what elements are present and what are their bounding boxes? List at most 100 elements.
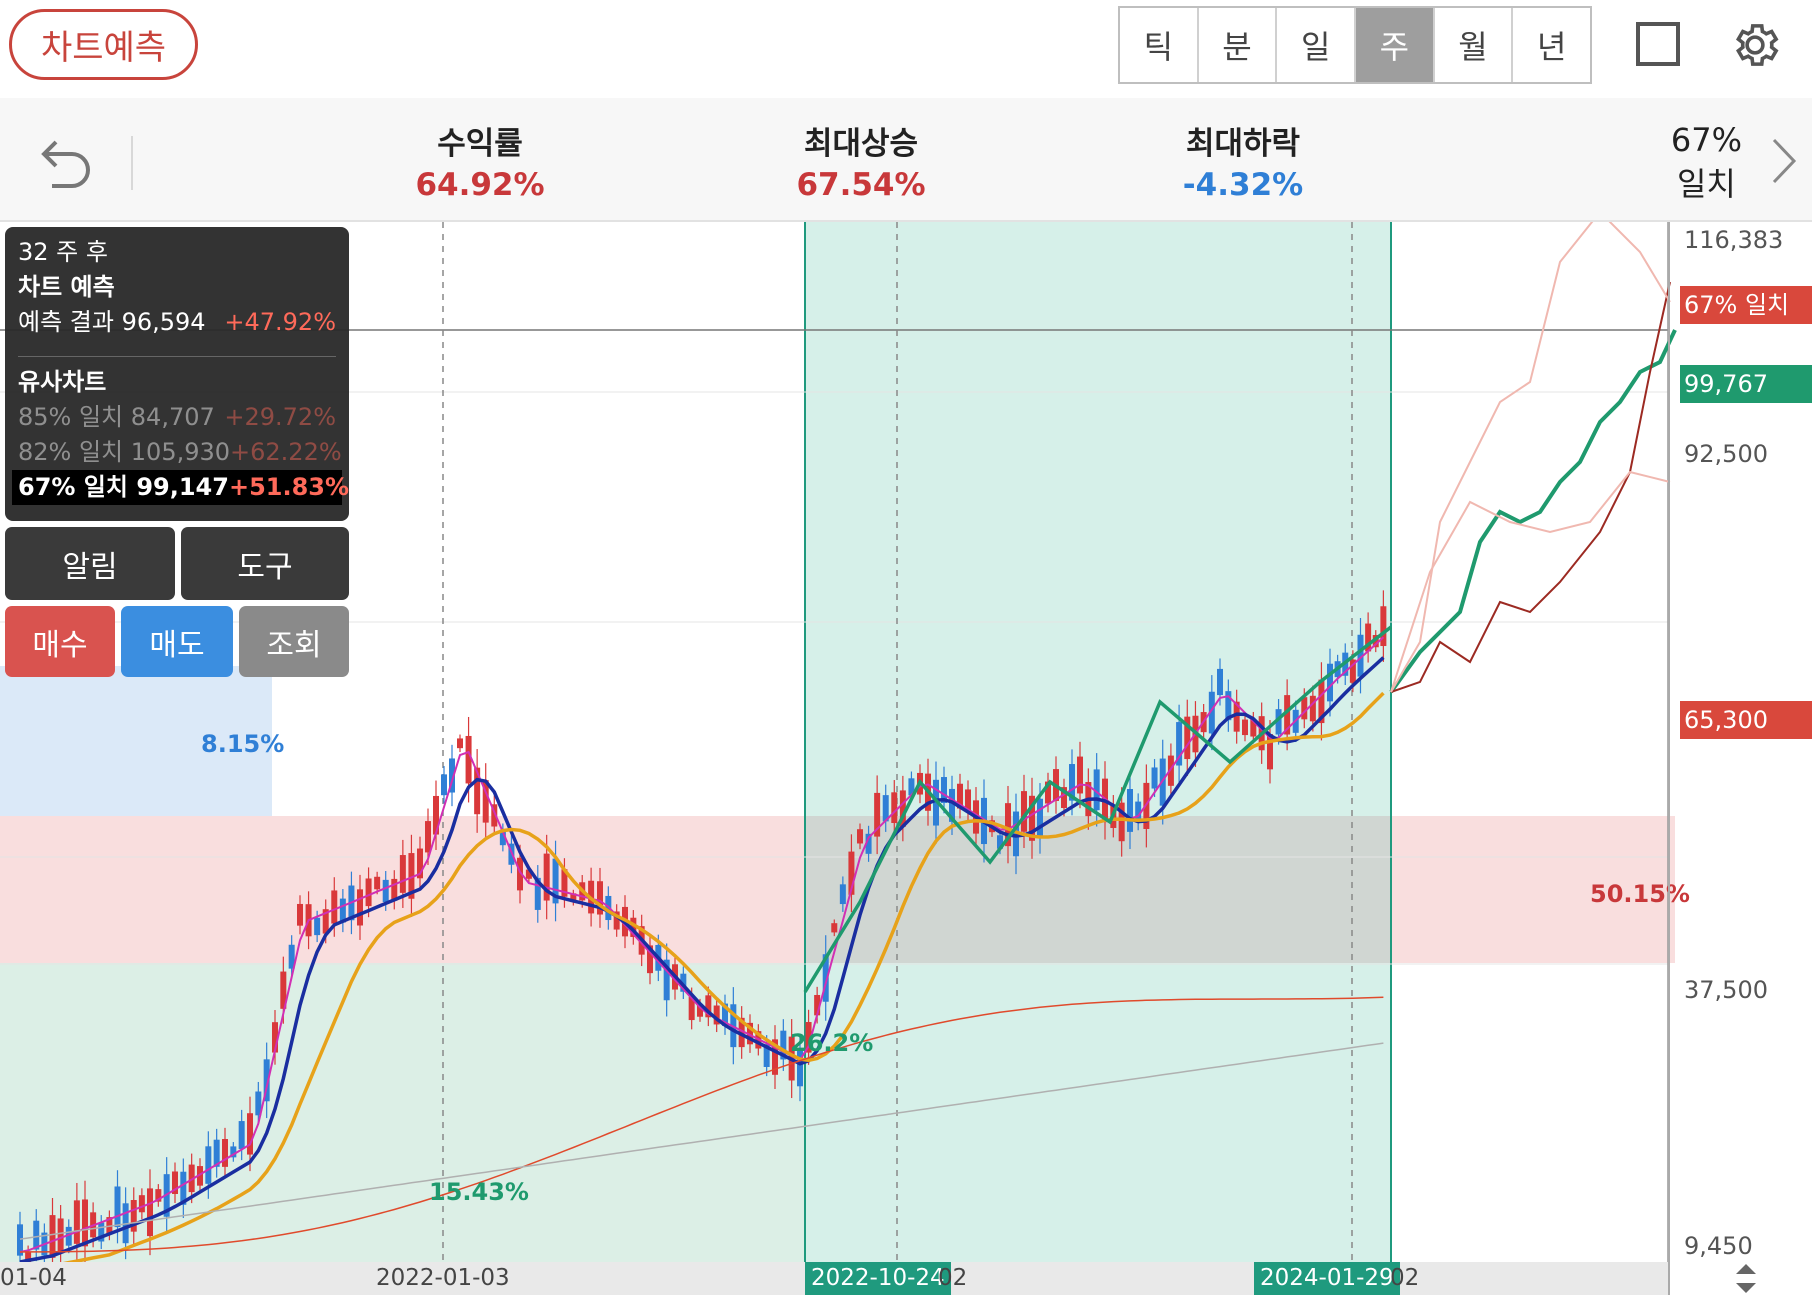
similar-value: 99,147: [136, 473, 229, 501]
candle-body: [839, 884, 846, 905]
candle-body: [1127, 788, 1133, 832]
candle-body: [365, 878, 372, 907]
candle-body: [82, 1199, 88, 1247]
period-tab-0[interactable]: 틱: [1120, 8, 1199, 82]
weeks-after-text: 32 주 후: [18, 238, 108, 266]
return-value: 64.92%: [415, 167, 545, 203]
chevron-right-icon[interactable]: [1768, 136, 1798, 186]
return-label: 수익률: [437, 126, 523, 162]
candle-body: [457, 738, 463, 749]
candle-body: [247, 1113, 253, 1155]
candle-body: [238, 1121, 245, 1149]
current-price-tag: 99,767: [1680, 365, 1812, 403]
forecast-line: [1389, 329, 1677, 694]
max-down-value: -4.32%: [1182, 167, 1304, 203]
max-up-stat: 최대상승 67.54%: [751, 118, 971, 203]
last-price-tag: 65,300: [1680, 701, 1812, 739]
candle-body: [1077, 756, 1083, 794]
panel-title-text: 차트 예측: [18, 273, 115, 301]
match-indicator[interactable]: 67% 일치: [1671, 118, 1742, 206]
axis-scale-icon[interactable]: [1732, 1262, 1760, 1295]
period-tab-4[interactable]: 월: [1435, 8, 1514, 82]
period-selector: 틱분일주월년: [1118, 6, 1592, 84]
similar-row-82[interactable]: 82% 일치 105,930 +62.22%: [18, 435, 342, 470]
x-label-1: 2022-01-03: [376, 1265, 510, 1291]
similar-row-67[interactable]: 67% 일치 99,147 +51.83%: [12, 470, 349, 505]
result-change: +47.92%: [224, 308, 336, 336]
max-up-value: 67.54%: [796, 167, 926, 203]
x-label-suffix2: 02: [1390, 1265, 1420, 1291]
candle-body: [857, 829, 863, 844]
candle-body: [222, 1138, 228, 1167]
similar-change: +51.83%: [228, 473, 350, 501]
result-label: 예측 결과: [18, 308, 114, 336]
candle-body: [1309, 695, 1316, 722]
alert-button[interactable]: 알림: [5, 527, 175, 600]
prediction-result-row: 예측 결과 96,594 +47.92%: [18, 305, 336, 340]
similar-title-text: 유사차트: [18, 368, 107, 396]
candle-body: [33, 1220, 40, 1250]
candle-body: [314, 917, 321, 936]
green-zone2-pct: 26.2%: [790, 1029, 874, 1057]
back-icon[interactable]: [38, 134, 94, 188]
tools-button[interactable]: 도구: [181, 527, 349, 600]
similar-row-85[interactable]: 85% 일치 84,707 +29.72%: [18, 400, 336, 435]
match-67-line: [1390, 281, 1671, 693]
green-zone-pct: 15.43%: [429, 1178, 529, 1206]
period-tab-3[interactable]: 주: [1356, 8, 1435, 82]
prediction-info-panel: 32 주 후 차트 예측 예측 결과 96,594 +47.92% 유사차트 8…: [5, 227, 349, 521]
candle-body: [425, 821, 431, 853]
panel-title: 차트 예측: [18, 270, 336, 305]
candle-body: [1327, 663, 1333, 702]
candle-body: [1037, 798, 1043, 838]
max-down-label: 최대하락: [1185, 126, 1301, 162]
period-tab-5[interactable]: 년: [1513, 8, 1590, 82]
match-label: 일치: [1676, 165, 1736, 203]
candle-body: [73, 1200, 80, 1244]
similar-title: 유사차트: [18, 365, 336, 400]
similar-value: 105,930: [130, 438, 231, 466]
top-toolbar: 차트예측 틱분일주월년: [0, 0, 1812, 98]
view-button[interactable]: 조회: [239, 606, 349, 677]
fullscreen-icon[interactable]: [1636, 22, 1680, 66]
match-price-tag: 67% 일치: [1680, 286, 1812, 324]
candle-body: [205, 1146, 212, 1184]
candle-body: [441, 774, 447, 796]
stats-bar: 수익률 64.92% 최대상승 67.54% 최대하락 -4.32% 67% 일…: [0, 98, 1812, 222]
candle-body: [114, 1186, 121, 1228]
candle-body: [374, 876, 381, 890]
x-label-suffix: 02: [938, 1265, 968, 1291]
candle-body: [831, 923, 838, 933]
max-up-label: 최대상승: [803, 126, 919, 162]
axis-label-bottom: 9,450: [1684, 1232, 1753, 1260]
candle-body: [57, 1218, 64, 1253]
candle-body: [1242, 719, 1248, 736]
candle-body: [297, 903, 303, 926]
similar-value: 84,707: [130, 403, 215, 431]
sell-button[interactable]: 매도: [121, 606, 233, 677]
result-value: 96,594: [121, 308, 206, 336]
candle-body: [382, 879, 389, 903]
gear-icon[interactable]: [1728, 18, 1782, 72]
candle-body: [147, 1188, 153, 1237]
candle-body: [465, 735, 472, 784]
chart-predict-button[interactable]: 차트예측: [9, 9, 198, 80]
candle-body: [891, 792, 898, 823]
candle-body: [138, 1195, 145, 1213]
similar-label: 85% 일치: [18, 403, 124, 431]
divider: [131, 136, 133, 190]
buy-button[interactable]: 매수: [5, 606, 115, 677]
axis-label-37500: 37,500: [1684, 976, 1768, 1004]
candle-body: [1217, 668, 1223, 696]
weeks-after: 32 주 후: [18, 235, 336, 270]
candle-body: [357, 889, 363, 926]
max-down-stat: 최대하락 -4.32%: [1133, 118, 1353, 203]
period-tab-2[interactable]: 일: [1277, 8, 1357, 82]
match-window: [805, 222, 1391, 1262]
panel-divider: [18, 356, 336, 357]
period-tab-1[interactable]: 분: [1199, 8, 1278, 82]
candle-body: [331, 890, 338, 924]
return-stat: 수익률 64.92%: [370, 118, 590, 203]
match-pct: 67%: [1670, 121, 1742, 159]
candle-body: [399, 855, 406, 893]
